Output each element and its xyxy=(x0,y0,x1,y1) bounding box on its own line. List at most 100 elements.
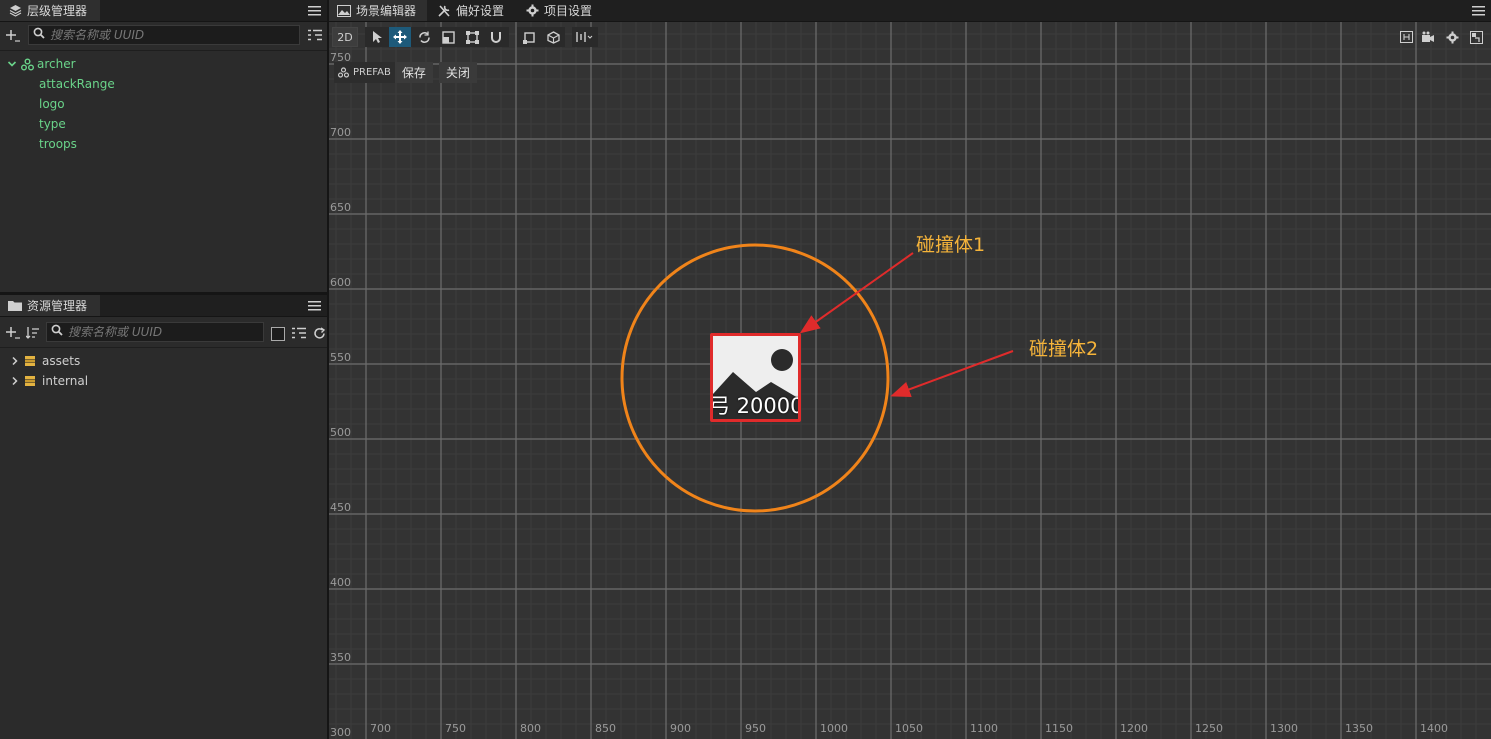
tab-scene-editor[interactable]: 场景编辑器 xyxy=(329,0,427,21)
prefab-tag: PREFAB xyxy=(334,62,395,83)
x-axis-label: 950 xyxy=(745,722,766,735)
y-axis-label: 400 xyxy=(330,576,351,589)
prefab-close-label: 关闭 xyxy=(445,66,470,80)
tree-item-attack-range[interactable]: attackRange xyxy=(39,74,115,94)
panel-splitter-vertical[interactable] xyxy=(327,0,329,739)
rect-icon xyxy=(465,30,479,44)
tree-item-label: archer xyxy=(37,57,76,71)
x-axis-label: 1050 xyxy=(895,722,923,735)
folder-icon xyxy=(8,299,22,313)
scene-icon xyxy=(337,4,351,18)
tab-hierarchy[interactable]: 层级管理器 xyxy=(0,0,100,21)
scene-viewport[interactable]: 700 750 800 850 900 950 1000 1050 1100 1150 1200 12… xyxy=(329,22,1491,739)
add-node-button[interactable] xyxy=(4,27,22,45)
hierarchy-search-box xyxy=(28,25,300,45)
camera-icon xyxy=(1422,31,1434,42)
mode-2d-button[interactable]: 2D xyxy=(332,27,358,47)
tree-item-archer[interactable]: archer xyxy=(7,54,76,74)
x-axis-label: 800 xyxy=(520,722,541,735)
assets-list-sort-icon[interactable] xyxy=(290,324,308,342)
tree-item-label: troops xyxy=(39,137,77,151)
annotation-collider-2: 碰撞体2 xyxy=(1029,338,1099,360)
y-axis-label: 450 xyxy=(330,501,351,514)
assets-search-input[interactable] xyxy=(68,325,263,339)
gizmo-2d-button[interactable] xyxy=(1395,27,1417,47)
tree-item-assets[interactable]: assets xyxy=(10,351,80,371)
rotate-tool-button[interactable] xyxy=(413,27,435,47)
hierarchy-sort-icon[interactable] xyxy=(306,26,324,44)
assets-menu-icon[interactable] xyxy=(307,298,321,312)
chevron-right-icon[interactable] xyxy=(10,376,24,386)
x-axis-label: 700 xyxy=(370,722,391,735)
scene-view-button[interactable] xyxy=(1465,27,1487,47)
x-axis-label: 850 xyxy=(595,722,616,735)
tree-item-logo[interactable]: logo xyxy=(39,94,65,114)
gizmo-icon xyxy=(1399,31,1413,43)
x-axis-label: 1200 xyxy=(1120,722,1148,735)
tab-preferences[interactable]: 偏好设置 xyxy=(429,0,515,21)
rotate-icon xyxy=(418,31,430,43)
assets-divider xyxy=(0,347,327,348)
local-global-button[interactable] xyxy=(542,27,564,47)
x-axis-label: 1300 xyxy=(1270,722,1298,735)
tree-item-label: assets xyxy=(42,354,81,368)
database-icon xyxy=(24,375,42,387)
tab-hierarchy-label: 层级管理器 xyxy=(27,4,88,18)
mode-2d-label: 2D xyxy=(337,30,353,44)
prefab-save-button[interactable]: 保存 xyxy=(394,62,433,83)
chevron-down-icon[interactable] xyxy=(7,59,19,69)
prefab-bar: PREFAB 保存 关闭 xyxy=(334,62,477,83)
snap-tool-button[interactable] xyxy=(485,27,507,47)
tab-assets-label: 资源管理器 xyxy=(27,299,88,313)
tab-label: 场景编辑器 xyxy=(356,4,417,18)
search-icon xyxy=(51,324,64,340)
sprite-node[interactable]: 弓 20000 xyxy=(710,333,801,422)
scene-panel: 场景编辑器 偏好设置 项目设置 700 750 800 850 900 950 1000 10… xyxy=(329,0,1491,739)
tab-assets[interactable]: 资源管理器 xyxy=(0,295,100,316)
scene-grid xyxy=(329,22,1491,739)
sort-assets-icon[interactable] xyxy=(24,324,42,342)
align-icon xyxy=(576,32,593,42)
tree-item-label: internal xyxy=(42,374,89,388)
x-axis-label: 1100 xyxy=(970,722,998,735)
rect-tool-button[interactable] xyxy=(461,27,483,47)
select-all-checkbox[interactable] xyxy=(269,325,287,343)
scale-tool-button[interactable] xyxy=(437,27,459,47)
scale-icon xyxy=(441,30,455,44)
add-asset-button[interactable] xyxy=(4,324,22,342)
refresh-icon[interactable] xyxy=(310,324,327,342)
prefab-close-button[interactable]: 关闭 xyxy=(438,62,477,83)
tree-item-label: logo xyxy=(39,97,65,111)
tab-project-settings[interactable]: 项目设置 xyxy=(517,0,603,21)
move-tool-button[interactable] xyxy=(389,27,411,47)
tree-item-troops[interactable]: troops xyxy=(39,134,77,154)
panel-splitter-horizontal[interactable] xyxy=(0,292,327,295)
x-axis-label: 750 xyxy=(445,722,466,735)
pivot-button[interactable] xyxy=(518,27,540,47)
hierarchy-search-input[interactable] xyxy=(50,28,299,42)
search-icon xyxy=(33,27,46,43)
align-dropdown-button[interactable] xyxy=(572,27,598,47)
tree-item-label: attackRange xyxy=(39,77,115,91)
hierarchy-tabbar: 层级管理器 xyxy=(0,0,327,22)
pivot-icon xyxy=(522,31,535,44)
x-axis-label: 1150 xyxy=(1045,722,1073,735)
layers-icon xyxy=(8,4,22,18)
tab-label: 项目设置 xyxy=(544,4,593,18)
tab-label: 偏好设置 xyxy=(456,4,505,18)
y-axis-label: 700 xyxy=(330,126,351,139)
scene-menu-icon[interactable] xyxy=(1471,3,1485,17)
annotation-collider-1: 碰撞体1 xyxy=(916,234,986,256)
select-tool-button[interactable] xyxy=(366,27,388,47)
magnet-icon xyxy=(491,31,501,43)
scene-settings-button[interactable] xyxy=(1441,27,1463,47)
tree-item-internal[interactable]: internal xyxy=(10,371,88,391)
gear-icon xyxy=(525,4,539,18)
camera-button[interactable] xyxy=(1417,27,1439,47)
chevron-right-icon[interactable] xyxy=(10,356,24,366)
prefab-node-icon xyxy=(21,58,37,71)
gear-icon xyxy=(1446,31,1458,43)
hierarchy-menu-icon[interactable] xyxy=(307,3,321,17)
hierarchy-divider xyxy=(0,50,327,51)
tree-item-type[interactable]: type xyxy=(39,114,66,134)
